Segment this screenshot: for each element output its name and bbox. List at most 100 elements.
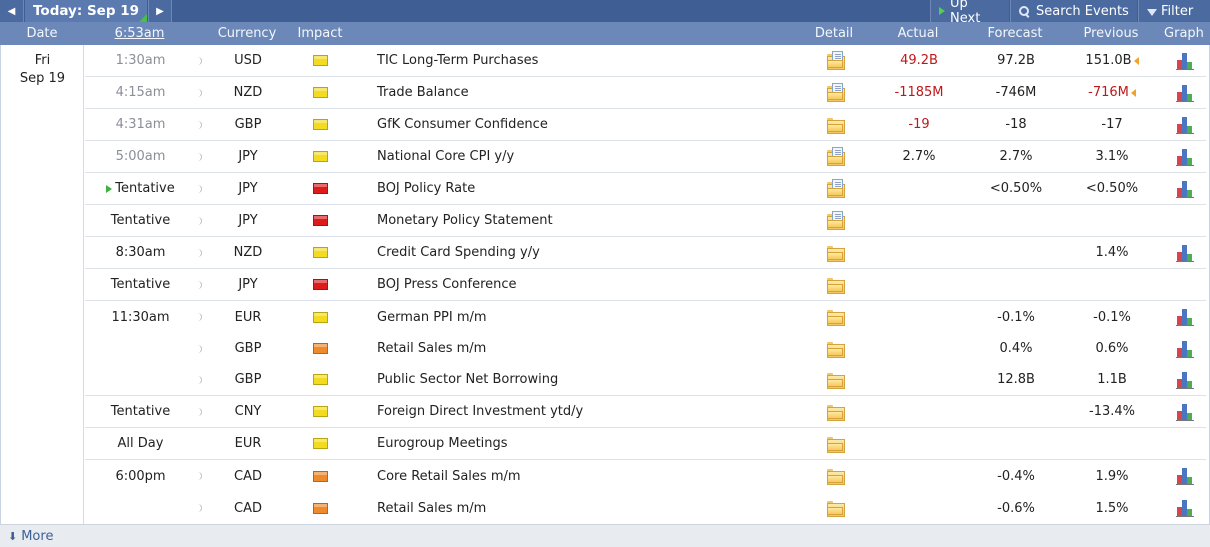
event-title[interactable]: BOJ Policy Rate xyxy=(377,173,797,204)
impact-high-icon[interactable] xyxy=(312,215,328,226)
event-title[interactable]: Retail Sales m/m xyxy=(377,492,797,524)
table-row[interactable]: Tentative CNY Foreign Direct Investment yt… xyxy=(85,396,1206,428)
impact-high-icon[interactable] xyxy=(312,183,328,194)
detail-folder-icon[interactable] xyxy=(827,341,845,358)
up-next-button[interactable]: Up Next xyxy=(930,0,1009,26)
detail-folder-icon[interactable] xyxy=(827,436,845,453)
event-title[interactable]: Retail Sales m/m xyxy=(377,333,797,364)
speaker-icon[interactable] xyxy=(196,344,204,354)
event-title[interactable]: Foreign Direct Investment ytd/y xyxy=(377,396,797,427)
impact-medium-icon[interactable] xyxy=(312,470,328,482)
speaker-icon[interactable] xyxy=(196,280,204,290)
graph-icon[interactable] xyxy=(1176,52,1194,70)
detail-document-icon[interactable] xyxy=(827,210,845,230)
today-button[interactable]: Today: Sep 19 xyxy=(25,0,147,22)
more-link[interactable]: ⬇ More xyxy=(8,525,53,547)
speaker-icon[interactable] xyxy=(196,152,204,162)
event-title[interactable]: Trade Balance xyxy=(377,77,797,108)
detail-document-icon[interactable] xyxy=(827,82,845,102)
previous-day-button[interactable]: ◀ xyxy=(0,0,24,22)
graph-icon[interactable] xyxy=(1176,500,1194,517)
impact-low-icon[interactable] xyxy=(312,247,328,258)
filter-button[interactable]: Filter xyxy=(1138,0,1210,22)
detail-document-icon[interactable] xyxy=(827,146,845,166)
speaker-icon[interactable] xyxy=(196,407,204,417)
speaker-icon[interactable] xyxy=(196,88,204,98)
detail-document-icon[interactable] xyxy=(827,178,845,198)
table-row[interactable]: All Day EUR Eurogroup Meetings xyxy=(85,428,1206,460)
detail-folder-icon[interactable] xyxy=(827,404,845,421)
impact-low-icon[interactable] xyxy=(312,55,328,66)
event-title[interactable]: BOJ Press Conference xyxy=(377,269,797,300)
table-row[interactable]: 4:31am GBP GfK Consumer Confidence -19 -18 -1… xyxy=(85,109,1206,141)
detail-folder-icon[interactable] xyxy=(827,310,845,326)
impact-low-icon[interactable] xyxy=(312,311,328,323)
speaker-icon[interactable] xyxy=(196,184,204,194)
impact-low-icon[interactable] xyxy=(312,374,328,385)
table-row[interactable]: Tentative JPY BOJ Policy Rate <0.50% <0.50% xyxy=(85,173,1206,205)
event-title[interactable]: GfK Consumer Confidence xyxy=(377,109,797,140)
detail-folder-icon[interactable] xyxy=(827,245,845,262)
graph-icon[interactable] xyxy=(1176,116,1194,134)
speaker-icon[interactable] xyxy=(196,375,204,385)
revised-icon[interactable] xyxy=(1133,56,1139,65)
graph-cell xyxy=(1165,109,1205,140)
impact-high-icon[interactable] xyxy=(312,279,328,290)
detail-folder-icon[interactable] xyxy=(827,372,845,389)
graph-icon[interactable] xyxy=(1176,84,1194,102)
detail-folder-icon[interactable] xyxy=(827,469,845,485)
speaker-icon[interactable] xyxy=(196,248,204,258)
event-forecast xyxy=(967,428,1065,459)
detail-folder-icon[interactable] xyxy=(827,501,845,517)
impact-medium-icon[interactable] xyxy=(312,502,328,514)
graph-icon[interactable] xyxy=(1176,244,1194,262)
speaker-icon[interactable] xyxy=(196,471,204,481)
revised-icon[interactable] xyxy=(1130,88,1136,97)
impact-cell xyxy=(290,492,350,524)
graph-icon[interactable] xyxy=(1176,309,1194,326)
speaker-icon[interactable] xyxy=(196,56,204,66)
event-title[interactable]: TIC Long-Term Purchases xyxy=(377,45,797,76)
impact-low-icon[interactable] xyxy=(312,151,328,162)
speaker-icon[interactable] xyxy=(196,312,204,322)
event-title[interactable]: Eurogroup Meetings xyxy=(377,428,797,459)
event-title[interactable]: Monetary Policy Statement xyxy=(377,205,797,236)
graph-icon[interactable] xyxy=(1176,148,1194,166)
impact-low-icon[interactable] xyxy=(312,87,328,98)
table-row[interactable]: CAD Retail Sales m/m -0.6% 1.5% xyxy=(85,492,1206,524)
table-row[interactable]: GBP Retail Sales m/m 0.4% 0.6% xyxy=(85,333,1206,364)
speaker-icon[interactable] xyxy=(196,120,204,130)
graph-icon[interactable] xyxy=(1176,468,1194,485)
search-events-button[interactable]: Search Events xyxy=(1010,0,1137,22)
impact-medium-icon[interactable] xyxy=(312,343,328,354)
graph-icon[interactable] xyxy=(1176,340,1194,358)
speaker-icon[interactable] xyxy=(196,503,204,513)
graph-icon[interactable] xyxy=(1176,403,1194,421)
table-row[interactable]: 8:30am NZD Credit Card Spending y/y 1.4% xyxy=(85,237,1206,269)
detail-folder-icon[interactable] xyxy=(827,277,845,294)
table-row[interactable]: Tentative JPY BOJ Press Conference xyxy=(85,269,1206,301)
table-row[interactable]: 5:00am JPY National Core CPI y/y 2.7% 2.7% 3.… xyxy=(85,141,1206,173)
next-day-button[interactable]: ▶ xyxy=(148,0,172,22)
event-title[interactable]: Public Sector Net Borrowing xyxy=(377,364,797,395)
table-row[interactable]: GBP Public Sector Net Borrowing 12.8B 1.1B xyxy=(85,364,1206,396)
table-row[interactable]: 1:30am USD TIC Long-Term Purchases 49.2B 97.… xyxy=(85,45,1206,77)
speaker-icon[interactable] xyxy=(196,216,204,226)
event-title[interactable]: National Core CPI y/y xyxy=(377,141,797,172)
table-row[interactable]: 6:00pm CAD Core Retail Sales m/m -0.4% 1.9% xyxy=(85,460,1206,492)
table-row[interactable]: 4:15am NZD Trade Balance -1185M -746M -716M xyxy=(85,77,1206,109)
detail-document-icon[interactable] xyxy=(827,50,845,70)
event-title[interactable]: German PPI m/m xyxy=(377,301,797,333)
event-title[interactable]: Credit Card Spending y/y xyxy=(377,237,797,268)
impact-low-icon[interactable] xyxy=(312,119,328,130)
impact-low-icon[interactable] xyxy=(312,406,328,417)
impact-low-icon[interactable] xyxy=(312,438,328,449)
table-row[interactable]: Tentative JPY Monetary Policy Statement xyxy=(85,205,1206,237)
event-time: Tentative xyxy=(85,173,196,204)
detail-folder-icon[interactable] xyxy=(827,117,845,134)
table-row[interactable]: 11:30am EUR German PPI m/m -0.1% -0.1% xyxy=(85,301,1206,333)
graph-icon[interactable] xyxy=(1176,180,1194,198)
graph-icon[interactable] xyxy=(1176,371,1194,389)
header-current-time[interactable]: 6:53am xyxy=(84,22,195,45)
event-title[interactable]: Core Retail Sales m/m xyxy=(377,460,797,492)
